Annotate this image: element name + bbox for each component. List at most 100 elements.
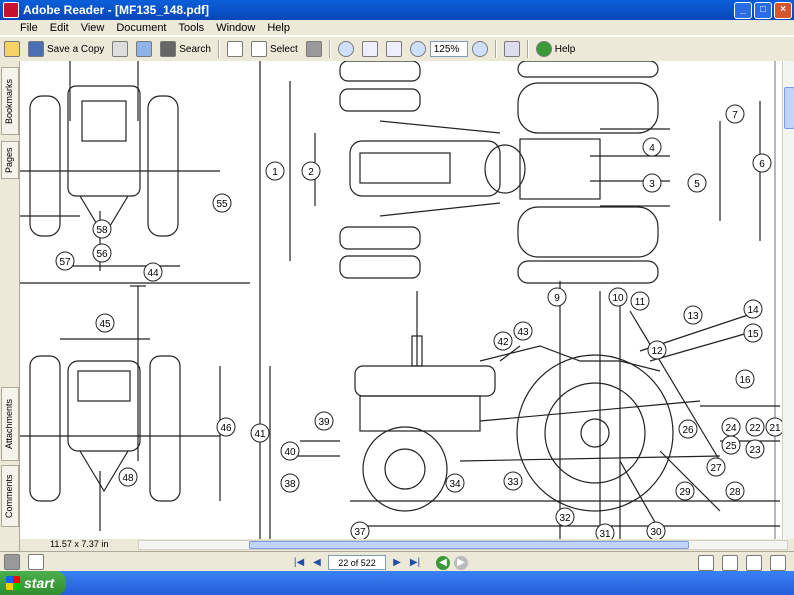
snapshot-button[interactable] (302, 38, 326, 60)
menu-edit[interactable]: Edit (44, 22, 75, 34)
callout-label: 41 (254, 429, 266, 440)
callout-label: 4 (649, 143, 655, 154)
callout-label: 25 (725, 441, 737, 452)
vertical-scroll-thumb[interactable] (784, 87, 794, 129)
callout-label: 46 (220, 423, 232, 434)
email-icon (136, 41, 153, 57)
callout-label: 37 (354, 527, 366, 538)
fit-page-icon (361, 41, 378, 57)
fit-height-button[interactable] (358, 38, 382, 60)
single-page-icon[interactable] (698, 555, 714, 571)
callout-label: 2 (308, 167, 314, 178)
tractor-dimension-drawing: 1 2345679 10 111213141516212223242526272829… (20, 61, 782, 539)
page-thumb-icon[interactable] (28, 554, 44, 570)
callout-label: 39 (318, 417, 330, 428)
fit-width-button[interactable] (382, 38, 406, 60)
callout-label: 21 (769, 423, 781, 434)
windows-logo-icon (6, 576, 20, 590)
toolbar-separator (526, 40, 529, 58)
tab-pages[interactable]: Pages (1, 141, 19, 179)
callout-label: 10 (612, 293, 624, 304)
save-copy-button[interactable]: Save a Copy (24, 38, 108, 60)
front-view-top (20, 61, 220, 271)
go-back-icon[interactable]: ◀ (436, 555, 450, 570)
menu-help[interactable]: Help (261, 22, 296, 34)
page-number-input[interactable]: 22 of 522 (328, 555, 386, 570)
magnifier-icon (337, 41, 354, 57)
zoom-in-icon (471, 41, 488, 57)
callout-label: 12 (651, 346, 663, 357)
callout-label: 48 (122, 473, 134, 484)
hand-tool-button[interactable] (223, 38, 247, 60)
menu-tools[interactable]: Tools (173, 22, 211, 34)
callout-label: 33 (507, 477, 519, 488)
tab-comments[interactable]: Comments (1, 465, 19, 527)
search-button[interactable]: Search (156, 38, 215, 60)
continuous-facing-icon[interactable] (770, 555, 786, 571)
callout-label: 34 (449, 479, 461, 490)
toolbar: Save a Copy Search Select 125% Help (0, 36, 794, 62)
printer-icon (112, 41, 129, 57)
callout-label: 29 (679, 487, 691, 498)
select-tool-button[interactable]: Select (247, 38, 302, 60)
callout-label: 40 (284, 447, 296, 458)
start-button[interactable]: start (0, 571, 66, 595)
maximize-button[interactable]: □ (754, 2, 772, 19)
horizontal-scroll-thumb[interactable] (249, 541, 689, 549)
toolbar-separator (328, 40, 331, 58)
continuous-icon[interactable] (722, 555, 738, 571)
callout-label: 28 (729, 487, 741, 498)
tab-bookmarks[interactable]: Bookmarks (1, 67, 19, 135)
page-layout-icon (503, 41, 520, 57)
select-label: Select (269, 43, 298, 55)
callout-label: 38 (284, 479, 296, 490)
close-button[interactable]: × (774, 2, 792, 19)
callout-label: 3 (649, 179, 655, 190)
facing-icon[interactable] (746, 555, 762, 571)
callout-label: 7 (732, 110, 738, 121)
menu-file[interactable]: File (0, 22, 44, 34)
callout-label: 32 (559, 513, 571, 524)
open-button[interactable] (0, 38, 24, 60)
next-page-button[interactable]: ▶ (390, 556, 404, 570)
menu-document[interactable]: Document (110, 22, 172, 34)
help-icon (535, 41, 552, 57)
zoom-tool-button[interactable] (334, 38, 358, 60)
callout-label: 27 (710, 463, 722, 474)
status-row: 11.57 x 7.37 in (20, 539, 794, 551)
print-button[interactable] (108, 38, 132, 60)
tab-attachments[interactable]: Attachments (1, 387, 19, 461)
vertical-scrollbar[interactable] (782, 61, 794, 539)
start-label: start (24, 575, 55, 591)
callout-label: 13 (687, 311, 699, 322)
hide-panel-icon[interactable] (4, 554, 20, 570)
callout-labels: 1 2345679 10 111213141516212223242526272829… (55, 104, 782, 539)
zoom-in-button[interactable] (468, 38, 492, 60)
minimize-button[interactable]: _ (734, 2, 752, 19)
floppy-icon (28, 41, 44, 57)
rotate-button[interactable] (500, 38, 524, 60)
help-button[interactable]: Help (532, 38, 580, 60)
document-view[interactable]: 1 2 3 4 5 6 7 9 10 11 12 13 14 15 16 21 22 23 24 25 26 27 28 29… (20, 61, 782, 539)
binoculars-icon (160, 41, 177, 57)
menu-view[interactable]: View (75, 22, 111, 34)
go-forward-icon[interactable]: ▶ (454, 555, 468, 570)
zoom-level-input[interactable]: 125% (429, 41, 468, 57)
callout-label: 11 (635, 297, 646, 308)
previous-page-button[interactable]: ◀ (310, 556, 324, 570)
horizontal-scrollbar[interactable] (138, 540, 788, 550)
last-page-button[interactable]: ▶| (408, 556, 422, 570)
callout-label: 42 (497, 337, 509, 348)
callout-label: 57 (59, 257, 71, 268)
callout-label: 45 (99, 319, 111, 330)
callout-label: 5 (694, 179, 700, 190)
plan-view (289, 61, 761, 284)
menu-window[interactable]: Window (210, 22, 261, 34)
window-title: Adobe Reader - [MF135_148.pdf] (23, 3, 210, 17)
first-page-button[interactable]: |◀ (292, 556, 306, 570)
callout-label: 58 (96, 225, 108, 236)
zoom-out-button[interactable] (406, 38, 430, 60)
layout-buttons (698, 555, 786, 571)
email-button[interactable] (132, 38, 156, 60)
callout-label: 16 (739, 375, 751, 386)
